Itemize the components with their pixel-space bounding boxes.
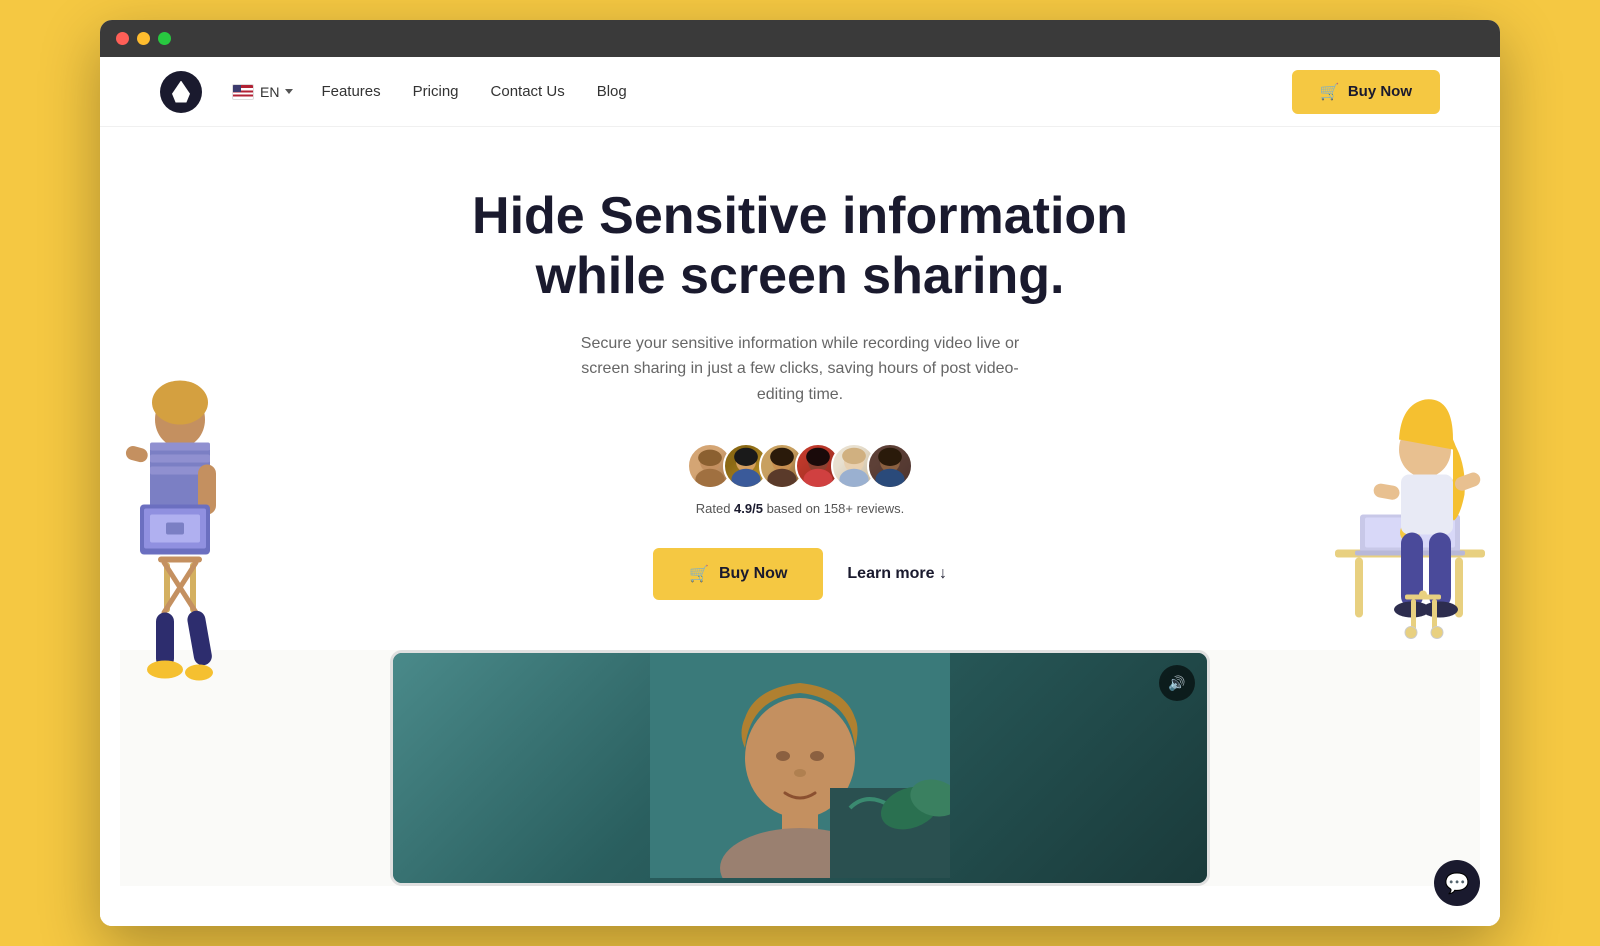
hero-section: Hide Sensitive information while screen … — [100, 127, 1500, 926]
hero-title-line2: while screen sharing. — [536, 247, 1065, 305]
navbar: EN Features Pricing Contact Us Blog 🛒 Bu… — [100, 57, 1500, 127]
browser-content: EN Features Pricing Contact Us Blog 🛒 Bu… — [100, 57, 1500, 926]
avatars-row — [120, 443, 1480, 489]
rating-prefix: Rated — [696, 501, 734, 516]
cart-icon: 🛒 — [1320, 82, 1340, 102]
lang-label: EN — [260, 84, 279, 100]
traffic-light-red[interactable] — [116, 32, 129, 45]
avatar-6 — [867, 443, 913, 489]
nav-links: Features Pricing Contact Us Blog — [321, 83, 626, 101]
nav-link-features[interactable]: Features — [321, 83, 380, 100]
person-in-video — [650, 653, 950, 883]
nav-link-blog[interactable]: Blog — [597, 83, 627, 100]
video-content — [393, 653, 1207, 883]
nav-item-pricing[interactable]: Pricing — [413, 83, 459, 101]
sound-icon: 🔊 — [1168, 675, 1185, 692]
avatar-group — [687, 443, 913, 489]
video-container[interactable]: 🔊 — [390, 650, 1210, 886]
flag-icon — [232, 84, 254, 100]
logo-drop-icon — [172, 81, 190, 103]
traffic-light-yellow[interactable] — [137, 32, 150, 45]
video-placeholder: 🔊 — [393, 653, 1207, 883]
learn-more-button[interactable]: Learn more ↓ — [847, 565, 947, 583]
nav-item-contact[interactable]: Contact Us — [491, 83, 565, 101]
hero-buy-label: Buy Now — [719, 565, 787, 583]
chevron-down-icon — [285, 89, 293, 94]
learn-more-label: Learn more ↓ — [847, 565, 947, 583]
rating-suffix: based on 158+ reviews. — [763, 501, 904, 516]
nav-item-features[interactable]: Features — [321, 83, 380, 101]
rating-value: 4.9/5 — [734, 501, 763, 516]
cta-row: 🛒 Buy Now Learn more ↓ — [120, 548, 1480, 600]
rating-text: Rated 4.9/5 based on 158+ reviews. — [120, 501, 1480, 516]
browser-chrome — [100, 20, 1500, 57]
chat-icon: 💬 — [1445, 871, 1470, 896]
right-person-illustration — [1305, 374, 1485, 679]
hero-buy-button[interactable]: 🛒 Buy Now — [653, 548, 823, 600]
nav-link-pricing[interactable]: Pricing — [413, 83, 459, 100]
lang-selector[interactable]: EN — [232, 84, 293, 100]
traffic-light-green[interactable] — [158, 32, 171, 45]
hero-title: Hide Sensitive information while screen … — [450, 187, 1150, 307]
hero-subtitle: Secure your sensitive information while … — [570, 331, 1030, 408]
nav-item-blog[interactable]: Blog — [597, 83, 627, 101]
logo[interactable] — [160, 71, 202, 113]
hero-cart-icon: 🛒 — [689, 564, 709, 584]
buy-now-label: Buy Now — [1348, 83, 1412, 100]
nav-link-contact[interactable]: Contact Us — [491, 83, 565, 100]
left-person-illustration — [120, 364, 240, 689]
browser-window: EN Features Pricing Contact Us Blog 🛒 Bu… — [100, 20, 1500, 926]
video-section: 🔊 — [120, 650, 1480, 886]
hero-title-line1: Hide Sensitive information — [472, 187, 1128, 245]
buy-now-button[interactable]: 🛒 Buy Now — [1292, 70, 1440, 114]
